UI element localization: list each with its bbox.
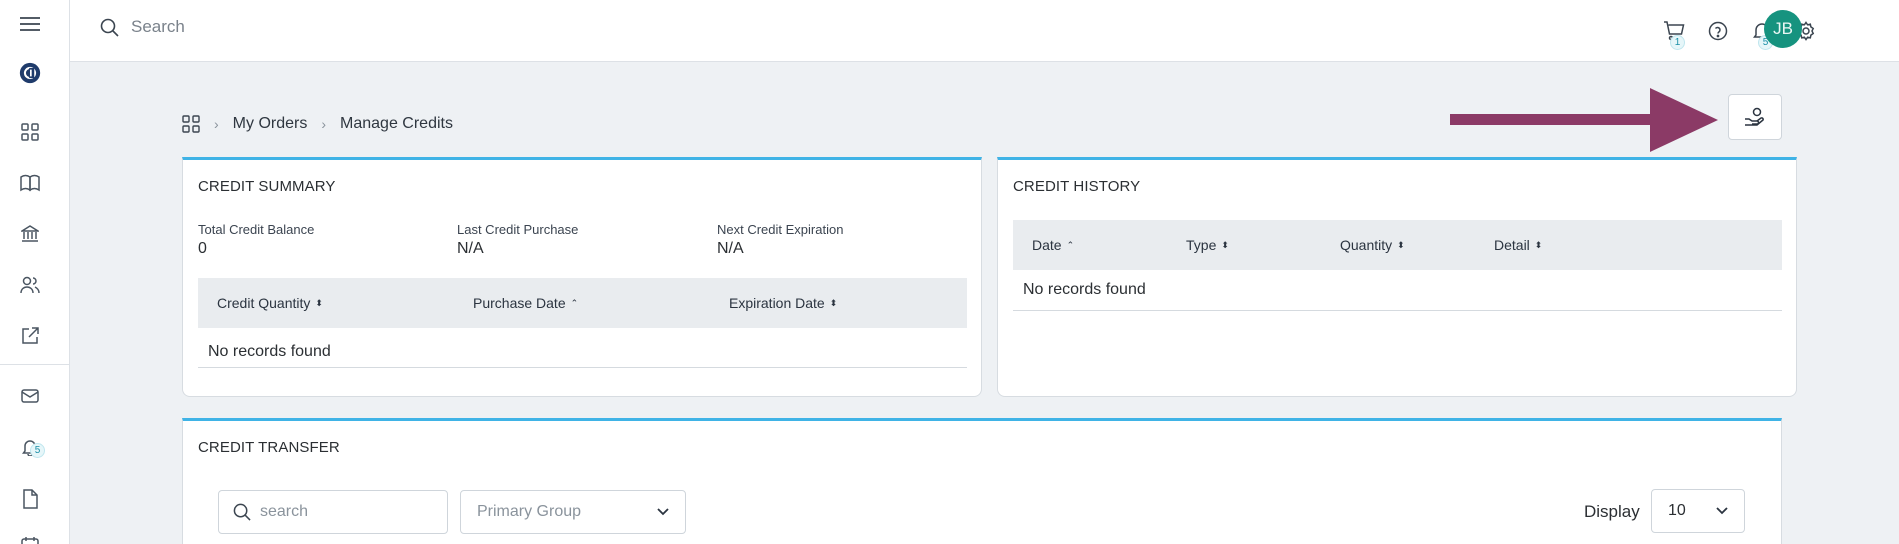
book-icon[interactable] (19, 172, 41, 194)
credit-transfer-title: CREDIT TRANSFER (198, 439, 340, 456)
credit-history-empty: No records found (1023, 281, 1146, 298)
credit-summary-table-header: Credit Quantity ⬍ Purchase Date ⌃ Expirati… (198, 278, 967, 328)
hand-coins-icon (1745, 107, 1764, 126)
last-credit-purchase-value: N/A (457, 240, 484, 257)
chevron-right-icon: › (321, 116, 327, 132)
sidebar-notification-badge: 5 (30, 443, 45, 458)
sort-icon: ⬍ (829, 297, 838, 308)
column-date[interactable]: Date ⌃ (1032, 237, 1074, 253)
calendar-icon[interactable] (19, 534, 41, 544)
topbar: Search 1 5 JB (70, 0, 1899, 62)
column-expiration-date[interactable]: Expiration Date ⬍ (729, 295, 837, 311)
display-count-value: 10 (1668, 502, 1686, 519)
bank-icon[interactable] (19, 223, 41, 245)
search-icon (100, 18, 119, 37)
search-icon (233, 503, 251, 521)
column-quantity[interactable]: Quantity ⬍ (1340, 237, 1405, 253)
grid-home-icon[interactable] (182, 115, 200, 133)
annotation-arrow (1450, 88, 1718, 152)
sort-asc-icon: ⌃ (1066, 239, 1075, 250)
transfer-search-placeholder: search (260, 503, 309, 520)
credit-summary-title: CREDIT SUMMARY (198, 178, 336, 195)
breadcrumb-manage-credits: Manage Credits (340, 115, 453, 132)
column-credit-quantity[interactable]: Credit Quantity ⬍ (217, 295, 323, 311)
sort-icon: ⬍ (1397, 239, 1405, 250)
primary-group-select[interactable]: Primary Group (460, 490, 686, 534)
help-icon[interactable] (1706, 19, 1730, 43)
display-count-select[interactable]: 10 (1651, 489, 1745, 533)
row-divider (1013, 310, 1782, 311)
menu-icon[interactable] (19, 13, 41, 35)
display-label: Display (1584, 502, 1640, 521)
dashboard-icon[interactable] (19, 121, 41, 143)
sort-icon: ⬍ (1221, 239, 1229, 250)
sidebar-divider (0, 364, 70, 365)
total-credit-balance-value: 0 (198, 240, 207, 257)
logo-icon[interactable] (19, 62, 41, 84)
global-search-input[interactable]: Search (131, 17, 185, 37)
primary-group-value: Primary Group (477, 503, 582, 520)
sort-asc-icon: ⌃ (570, 297, 579, 308)
column-type[interactable]: Type ⬍ (1186, 237, 1229, 253)
chevron-right-icon: › (214, 116, 219, 132)
breadcrumb-my-orders[interactable]: My Orders (233, 115, 308, 133)
chevron-down-icon (657, 508, 669, 516)
sidebar: 5 (0, 0, 70, 544)
credit-history-title: CREDIT HISTORY (1013, 178, 1141, 195)
document-icon[interactable] (19, 488, 41, 510)
column-detail[interactable]: Detail ⬍ (1494, 237, 1542, 253)
credit-summary-empty: No records found (208, 343, 331, 360)
cart-badge: 1 (1670, 35, 1685, 50)
credit-history-table-header: Date ⌃ Type ⬍ Quantity ⬍ Detail ⬍ (1013, 220, 1782, 270)
column-purchase-date[interactable]: Purchase Date ⌃ (473, 295, 578, 311)
sort-icon: ⬍ (315, 297, 323, 308)
last-credit-purchase-label: Last Credit Purchase (457, 222, 579, 237)
next-credit-expiration-value: N/A (717, 240, 744, 257)
mail-icon[interactable] (19, 385, 41, 407)
credit-transfer-card: CREDIT TRANSFER search Primary Group (182, 418, 1782, 544)
external-link-icon[interactable] (19, 325, 41, 347)
total-credit-balance-label: Total Credit Balance (198, 222, 315, 237)
credit-summary-card: CREDIT SUMMARY Total Credit Balance 0 La… (182, 157, 982, 397)
global-search[interactable]: Search (100, 17, 185, 37)
users-icon[interactable] (19, 274, 41, 296)
transfer-search-input[interactable]: search (218, 490, 448, 534)
chevron-down-icon (1716, 507, 1728, 515)
row-divider (198, 367, 967, 368)
sort-icon: ⬍ (1534, 239, 1543, 250)
breadcrumb: › My Orders › Manage Credits (182, 115, 453, 133)
next-credit-expiration-label: Next Credit Expiration (717, 222, 844, 237)
credit-history-card: CREDIT HISTORY Date ⌃ Type ⬍ Quantity ⬍ Det… (997, 157, 1797, 397)
avatar[interactable]: JB (1764, 10, 1802, 48)
credit-transfer-action-button[interactable] (1728, 94, 1782, 140)
